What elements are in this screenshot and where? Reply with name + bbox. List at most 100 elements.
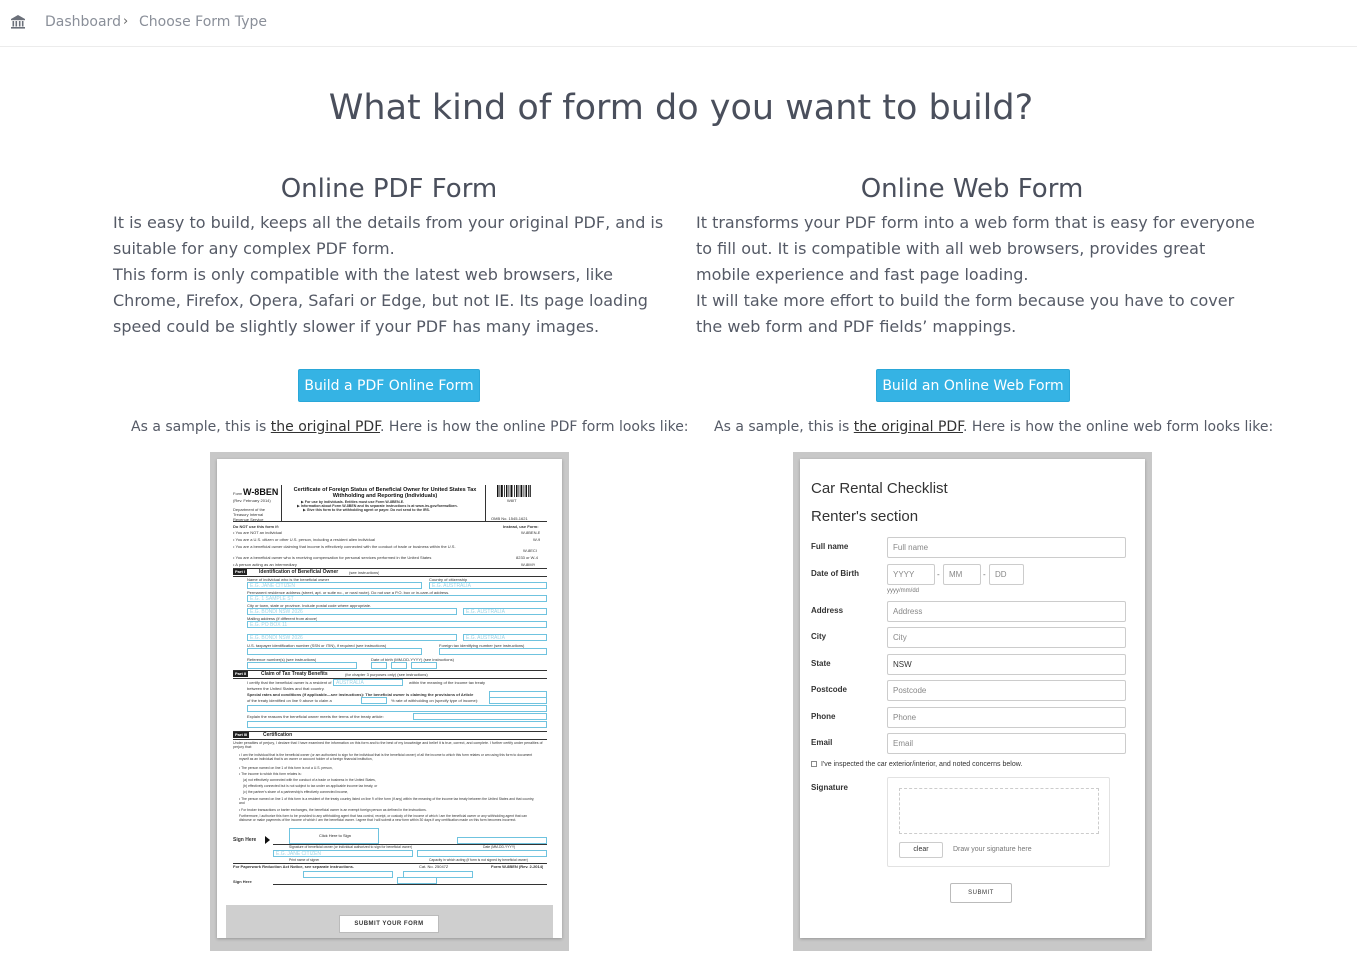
pdf-alt-3: W-8ECI: [523, 548, 537, 553]
pdf-sign-here: Sign Here: [233, 837, 257, 843]
signature-hint: Draw your signature here: [953, 846, 1032, 853]
pdf-dob-mm[interactable]: [371, 662, 387, 669]
pdf-country-field[interactable]: E.G. AUSTRALIA: [429, 582, 547, 589]
pdf-treaty-field[interactable]: AUSTRALIA: [333, 679, 403, 686]
pdf-alt-4: 8233 or W-4: [516, 555, 538, 560]
pdf-city2-field[interactable]: E.G. BONDI NSW 2026: [247, 634, 457, 641]
pdf-ref-field[interactable]: [247, 662, 357, 669]
triangle-right-icon: [265, 836, 270, 844]
pdf-original-link[interactable]: the original PDF: [271, 419, 380, 435]
pdf-sample-note: As a sample, this is the original PDF. H…: [131, 418, 689, 436]
web-form-page: Car Rental Checklist Renter's section Fu…: [800, 459, 1145, 938]
build-pdf-form-button[interactable]: Build a PDF Online Form: [298, 369, 480, 402]
postcode-input[interactable]: Postcode: [887, 680, 1126, 701]
pdf-print-name-field[interactable]: E.G. JANE CITIZEN: [273, 850, 413, 857]
pdf-do-not-use: Do NOT use this form if:: [233, 524, 279, 529]
address-input[interactable]: Address: [887, 601, 1126, 622]
pdf-line-2: • You are a U.S. citizen or other U.S. p…: [233, 537, 375, 542]
build-web-form-button[interactable]: Build an Online Web Form: [876, 369, 1070, 402]
page-title: What kind of form do you want to build?: [328, 88, 1034, 128]
pdf-divider-2: [485, 485, 486, 521]
web-sample-prefix: As a sample, this is: [714, 419, 854, 435]
city-row: City City: [811, 627, 1131, 649]
pdf-special-rates3: % rate of withholding on (specify type o…: [391, 698, 479, 703]
web-form-preview[interactable]: Car Rental Checklist Renter's section Fu…: [793, 452, 1152, 951]
dob-separator: -: [937, 570, 940, 579]
pdf-line-3: • You are a beneficial owner claiming th…: [233, 544, 456, 549]
state-input[interactable]: NSW: [887, 654, 1126, 675]
email-row: Email Email: [811, 733, 1131, 755]
phone-row: Phone Phone: [811, 707, 1131, 729]
breadcrumb: Dashboard › Choose Form Type: [0, 0, 1357, 47]
pdf-form-footer: Form W-8BEN (Rev. 2-2014): [491, 864, 544, 869]
pdf-extra-field-3[interactable]: [397, 877, 437, 884]
pdf-income-type-field[interactable]: [489, 697, 547, 704]
pdf-street-field[interactable]: E.G. 1 SAMPLE ST: [247, 595, 547, 602]
pdf-country2-field[interactable]: E.G. AUSTRALIA: [463, 608, 547, 615]
pdf-part1-sub: (see instructions): [349, 570, 380, 575]
pdf-part2-tag: Part II: [233, 671, 249, 677]
pdf-footer: SUBMIT YOUR FORM: [226, 905, 553, 938]
pdf-title: Certificate of Foreign Status of Benefic…: [293, 487, 477, 499]
web-submit-button[interactable]: SUBMIT: [950, 883, 1012, 903]
city-input[interactable]: City: [887, 627, 1126, 648]
inspect-checkbox[interactable]: [811, 761, 817, 768]
pdf-dob-yyyy[interactable]: [411, 662, 437, 669]
pdf-country3-field[interactable]: E.G. AUSTRALIA: [463, 634, 547, 641]
pdf-mail-field[interactable]: E.G. PO BOX 11: [247, 621, 547, 628]
pdf-extra-field[interactable]: [303, 871, 393, 878]
pdf-form-preview[interactable]: Form W-8BEN (Rev. February 2014) Departm…: [210, 452, 569, 951]
pdf-part2-sub: (for chapter 3 purposes only) (see instr…: [345, 672, 428, 677]
pdf-capacity-field[interactable]: [417, 850, 547, 857]
clear-signature-button[interactable]: clear: [899, 842, 943, 858]
pdf-click-to-sign[interactable]: Click Here to Sign: [289, 828, 379, 844]
breadcrumb-dashboard-link[interactable]: Dashboard: [45, 13, 121, 31]
pdf-explain: Explain the reasons the beneficial owner…: [247, 714, 384, 719]
pdf-dob-dd[interactable]: [391, 662, 407, 669]
pdf-line-1: • You are NOT an individual: [233, 530, 282, 535]
pdf-rev: (Rev. February 2014): [233, 498, 271, 503]
pdf-barcode-label: W8IT: [507, 498, 517, 503]
pdf-form-description: It is easy to build, keeps all the detai…: [113, 210, 665, 340]
web-sample-note: As a sample, this is the original PDF. H…: [714, 418, 1273, 436]
pdf-name-field[interactable]: E.G. JANE CITIZEN: [247, 582, 422, 589]
email-label: Email: [811, 738, 833, 747]
pdf-instr3: ▶ Give this form to the withholding agen…: [303, 508, 430, 512]
web-original-link[interactable]: the original PDF: [854, 419, 963, 435]
pdf-tin-field[interactable]: [247, 648, 422, 655]
pdf-part3-title: Certification: [263, 732, 293, 738]
pdf-cert-item-6: (c) the partner's share of a partnership…: [243, 790, 349, 794]
pdf-rate-field[interactable]: [361, 697, 387, 704]
signature-label: Signature: [811, 783, 848, 792]
pdf-form-heading: Online PDF Form: [280, 174, 498, 204]
pdf-special-field[interactable]: [247, 705, 547, 712]
email-input[interactable]: Email: [887, 733, 1126, 754]
pdf-sample-suffix: . Here is how the online PDF form looks …: [380, 419, 689, 435]
pdf-cert-item-9: Furthermore, I authorize this form to be…: [239, 814, 527, 823]
signature-pad[interactable]: [899, 788, 1099, 834]
pdf-explain-field-2[interactable]: [247, 721, 547, 728]
full-name-row: Full name Full name: [811, 537, 1131, 559]
phone-input[interactable]: Phone: [887, 707, 1126, 728]
pdf-rule: [233, 521, 547, 522]
dob-year-input[interactable]: YYYY: [887, 564, 935, 585]
inspect-checkbox-row[interactable]: I've inspected the car exterior/interior…: [811, 761, 1022, 768]
state-row: State NSW: [811, 654, 1131, 676]
pdf-sig-date-field[interactable]: [457, 837, 547, 844]
pdf-explain-field[interactable]: [413, 713, 547, 720]
dob-day-input[interactable]: DD: [989, 564, 1024, 585]
full-name-input[interactable]: Full name: [887, 537, 1126, 558]
pdf-rule: [233, 739, 547, 740]
pdf-ftin-field[interactable]: [439, 648, 547, 655]
submit-your-form-button[interactable]: SUBMIT YOUR FORM: [339, 915, 439, 933]
dob-label: Date of Birth: [811, 569, 859, 578]
pdf-cert-item-4: (a) not effectively connected with the c…: [243, 778, 376, 782]
city-label: City: [811, 632, 827, 641]
pdf-part1-tag: Part I: [233, 569, 248, 575]
car-rental-form: Car Rental Checklist Renter's section Fu…: [811, 479, 1131, 903]
pdf-city-field[interactable]: E.G. BONDI NSW 2026: [247, 608, 457, 615]
web-form-description: It transforms your PDF form into a web f…: [696, 210, 1256, 340]
bank-icon[interactable]: [10, 14, 26, 30]
pdf-alt-2: W-9: [533, 537, 541, 542]
dob-month-input[interactable]: MM: [943, 564, 981, 585]
